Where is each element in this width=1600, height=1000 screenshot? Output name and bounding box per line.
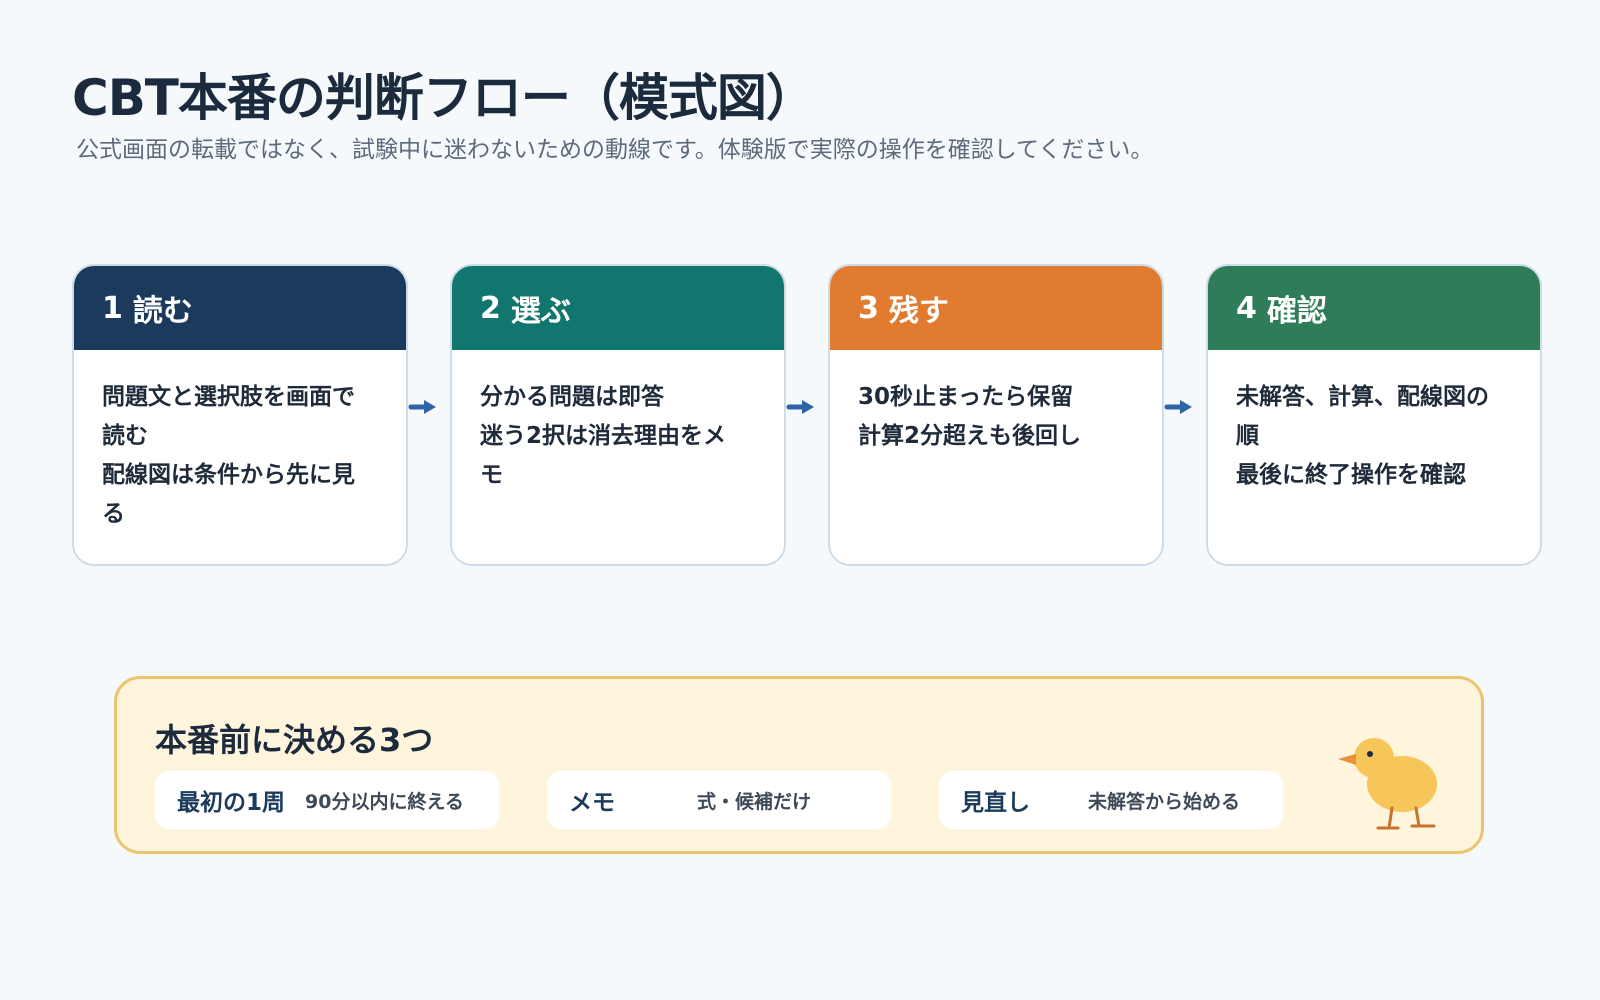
step-text-line: 計算2分超えも後回し	[858, 423, 1082, 449]
step-text-line: 読む	[102, 423, 148, 449]
step-header: 4 確認	[1208, 266, 1540, 350]
page-title: CBT本番の判断フロー（模式図）	[72, 69, 816, 127]
step-flow: 1 読む 問題文と選択肢を画面で 読む 配線図は条件から先に見 る 2 選ぶ 分…	[72, 264, 1544, 566]
step-text-line: 配線図は条件から先に見	[102, 462, 355, 488]
step-title: 確認	[1266, 294, 1327, 329]
chick-icon	[1338, 738, 1437, 830]
step-header: 2 選ぶ	[452, 266, 784, 350]
step-number: 1	[102, 290, 123, 326]
rule-label: 最初の1周	[177, 790, 286, 816]
step-text-line: 未解答、計算、配線図の	[1236, 384, 1489, 410]
step-number: 3	[858, 290, 879, 326]
step-card-choose: 2 選ぶ 分かる問題は即答 迷う2択は消去理由をメ モ	[450, 264, 786, 566]
step-text-line: 問題文と選択肢を画面で	[102, 384, 355, 410]
flow-arrow-icon	[408, 400, 436, 414]
decide-before-exam-panel: 本番前に決める3つ 最初の1周 90分以内に終える メモ 式・候補だけ 見直し …	[114, 676, 1484, 854]
step-text-line: 順	[1236, 423, 1259, 449]
step-text-line: 分かる問題は即答	[480, 384, 664, 410]
rule-label: 見直し	[961, 790, 1030, 816]
step-title: 選ぶ	[510, 294, 571, 329]
rule-value: 90分以内に終える	[305, 790, 464, 813]
step-text-line: 30秒止まったら保留	[858, 384, 1074, 410]
step-header: 1 読む	[74, 266, 406, 350]
step-text-line: モ	[480, 462, 503, 488]
step-number: 4	[1236, 290, 1257, 326]
rule-chip-first-pass: 最初の1周 90分以内に終える	[155, 771, 499, 829]
rule-label: メモ	[569, 790, 615, 816]
rule-value: 式・候補だけ	[697, 790, 812, 813]
step-number: 2	[480, 290, 501, 326]
step-text-line: 迷う2択は消去理由をメ	[480, 423, 727, 449]
step-title: 残す	[888, 294, 949, 329]
step-body: 分かる問題は即答 迷う2択は消去理由をメ モ	[452, 350, 784, 495]
panel-title: 本番前に決める3つ	[155, 721, 434, 759]
step-body: 問題文と選択肢を画面で 読む 配線図は条件から先に見 る	[74, 350, 406, 534]
step-body: 未解答、計算、配線図の 順 最後に終了操作を確認	[1208, 350, 1540, 495]
step-card-read: 1 読む 問題文と選択肢を画面で 読む 配線図は条件から先に見 る	[72, 264, 408, 566]
step-text-line: る	[102, 501, 125, 527]
page-subtitle: 公式画面の転載ではなく、試験中に迷わないための動線です。体験版で実際の操作を確認…	[76, 137, 1154, 163]
flow-arrow-icon	[786, 400, 814, 414]
rule-chip-review: 見直し 未解答から始める	[939, 771, 1283, 829]
step-header: 3 残す	[830, 266, 1162, 350]
step-body: 30秒止まったら保留 計算2分超えも後回し	[830, 350, 1162, 456]
step-card-confirm: 4 確認 未解答、計算、配線図の 順 最後に終了操作を確認	[1206, 264, 1542, 566]
flow-arrow-icon	[1164, 400, 1192, 414]
flow-diagram-page: CBT本番の判断フロー（模式図） 公式画面の転載ではなく、試験中に迷わないための…	[0, 0, 1600, 1000]
step-title: 読む	[132, 294, 193, 329]
step-text-line: 最後に終了操作を確認	[1236, 462, 1466, 488]
rule-chip-memo: メモ 式・候補だけ	[547, 771, 891, 829]
step-card-defer: 3 残す 30秒止まったら保留 計算2分超えも後回し	[828, 264, 1164, 566]
rule-value: 未解答から始める	[1088, 790, 1241, 813]
